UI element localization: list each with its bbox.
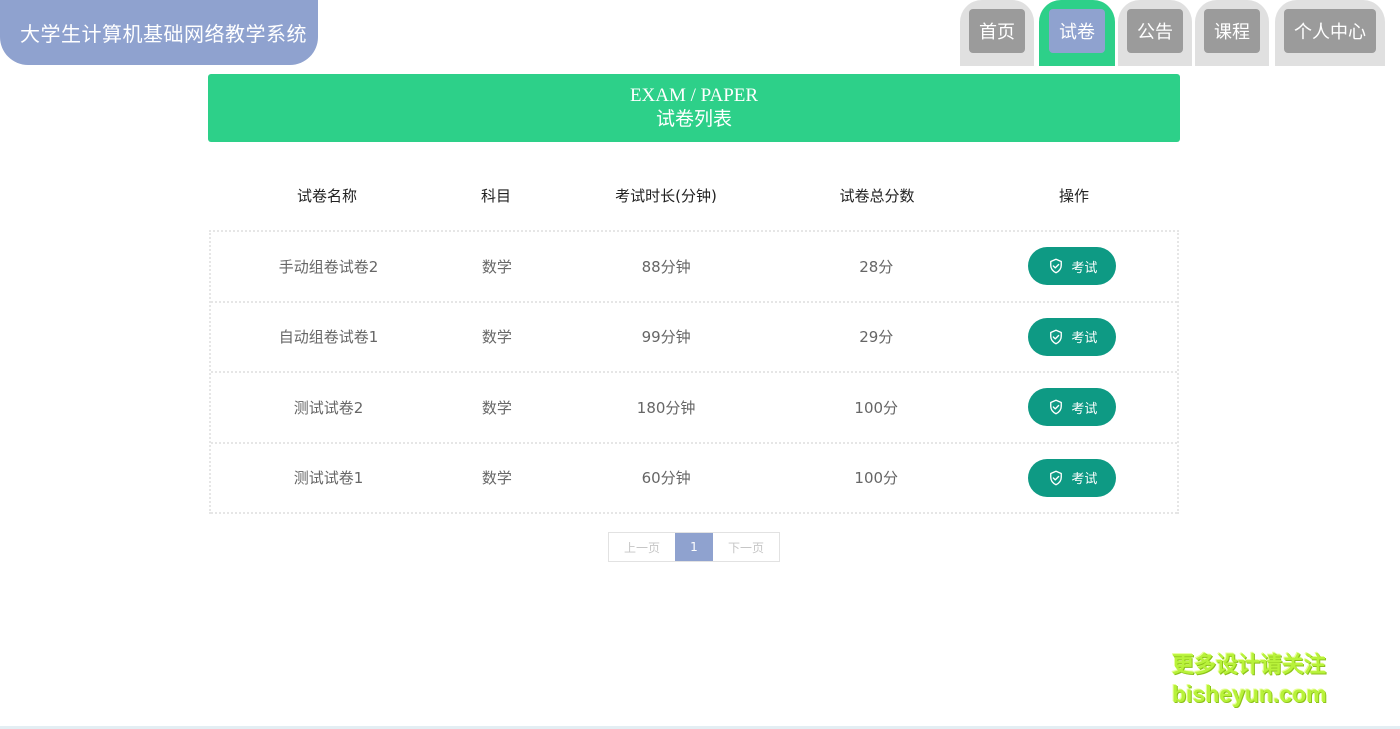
action-cell: 考试 [968, 247, 1177, 286]
pagination: 上一页 1 下一页 [608, 532, 780, 562]
start-exam-button[interactable]: 考试 [1028, 458, 1117, 497]
shield-check-icon [1050, 329, 1063, 345]
table-body: 手动组卷试卷2 数学 88分钟 28分 考试 自动组卷试卷1 数学 99分钟 2… [209, 230, 1179, 514]
column-header: 试卷名称 [296, 186, 357, 205]
prev-page-button[interactable]: 上一页 [609, 533, 675, 561]
action-cell: 考试 [968, 317, 1177, 356]
paper-subject: 数学 [481, 398, 512, 417]
nav-tab-profile[interactable]: 个人中心 [1275, 0, 1385, 66]
paper-name: 测试试卷1 [293, 469, 364, 488]
action-cell: 考试 [968, 458, 1177, 497]
nav-tab-notices[interactable]: 公告 [1118, 0, 1192, 66]
paper-score: 100分 [854, 398, 899, 417]
watermark: 更多设计请关注 bisheyun.com [1172, 652, 1327, 708]
shield-check-icon [1050, 399, 1063, 415]
page-number-current[interactable]: 1 [675, 533, 713, 561]
banner-title-cn: 试卷列表 [655, 108, 732, 130]
page: 大学生计算机基础网络教学系统 首页 试卷 公告 课程 个人中心 EXAM / P… [0, 0, 1400, 729]
start-exam-button[interactable]: 考试 [1028, 388, 1117, 427]
table-row: 自动组卷试卷1 数学 99分钟 29分 考试 [211, 303, 1177, 373]
start-exam-label: 考试 [1071, 331, 1098, 347]
shield-check-icon [1050, 258, 1063, 274]
paper-subject: 数学 [481, 328, 512, 347]
column-header: 科目 [480, 186, 511, 205]
nav-tab-home[interactable]: 首页 [960, 0, 1034, 66]
page-banner: EXAM / PAPER 试卷列表 [208, 74, 1180, 142]
paper-duration: 180分钟 [636, 398, 696, 417]
start-exam-label: 考试 [1071, 260, 1098, 276]
action-cell: 考试 [968, 388, 1177, 427]
paper-name: 自动组卷试卷1 [278, 328, 379, 347]
column-header: 考试时长(分钟) [615, 186, 717, 205]
table-header: 试卷名称 科目 考试时长(分钟) 试卷总分数 操作 [209, 160, 1179, 230]
start-exam-button[interactable]: 考试 [1028, 247, 1117, 286]
start-exam-label: 考试 [1071, 401, 1098, 417]
paper-name: 手动组卷试卷2 [278, 257, 379, 276]
watermark-line-2: bisheyun.com [1172, 681, 1327, 707]
banner-title-en: EXAM / PAPER [629, 85, 759, 106]
top-nav: 首页 试卷 公告 课程 个人中心 [0, 0, 1400, 66]
paper-duration: 60分钟 [641, 469, 691, 488]
paper-name: 测试试卷2 [293, 398, 364, 417]
column-header: 操作 [1058, 186, 1089, 205]
nav-tab-label: 课程 [1204, 9, 1260, 53]
start-exam-label: 考试 [1071, 472, 1098, 488]
watermark-line-1: 更多设计请关注 [1172, 653, 1327, 678]
paper-duration: 88分钟 [641, 257, 691, 276]
table-row: 手动组卷试卷2 数学 88分钟 28分 考试 [211, 232, 1177, 303]
start-exam-button[interactable]: 考试 [1028, 317, 1117, 356]
shield-check-icon [1050, 470, 1063, 486]
paper-subject: 数学 [481, 469, 512, 488]
paper-score: 100分 [854, 469, 899, 488]
paper-score: 28分 [859, 257, 894, 276]
table-row: 测试试卷2 数学 180分钟 100分 考试 [211, 373, 1177, 444]
nav-tab-label: 个人中心 [1284, 9, 1376, 53]
next-page-button[interactable]: 下一页 [713, 533, 779, 561]
nav-tab-label: 试卷 [1049, 9, 1105, 53]
exam-table: 试卷名称 科目 考试时长(分钟) 试卷总分数 操作 手动组卷试卷2 数学 88分… [209, 160, 1179, 514]
paper-duration: 99分钟 [641, 328, 691, 347]
column-header: 试卷总分数 [839, 186, 915, 205]
nav-tab-label: 首页 [969, 9, 1025, 53]
paper-score: 29分 [859, 328, 894, 347]
nav-tab-label: 公告 [1127, 9, 1183, 53]
nav-tab-papers[interactable]: 试卷 [1039, 0, 1115, 66]
table-row: 测试试卷1 数学 60分钟 100分 考试 [211, 444, 1177, 514]
paper-subject: 数学 [481, 257, 512, 276]
nav-tab-courses[interactable]: 课程 [1195, 0, 1269, 66]
